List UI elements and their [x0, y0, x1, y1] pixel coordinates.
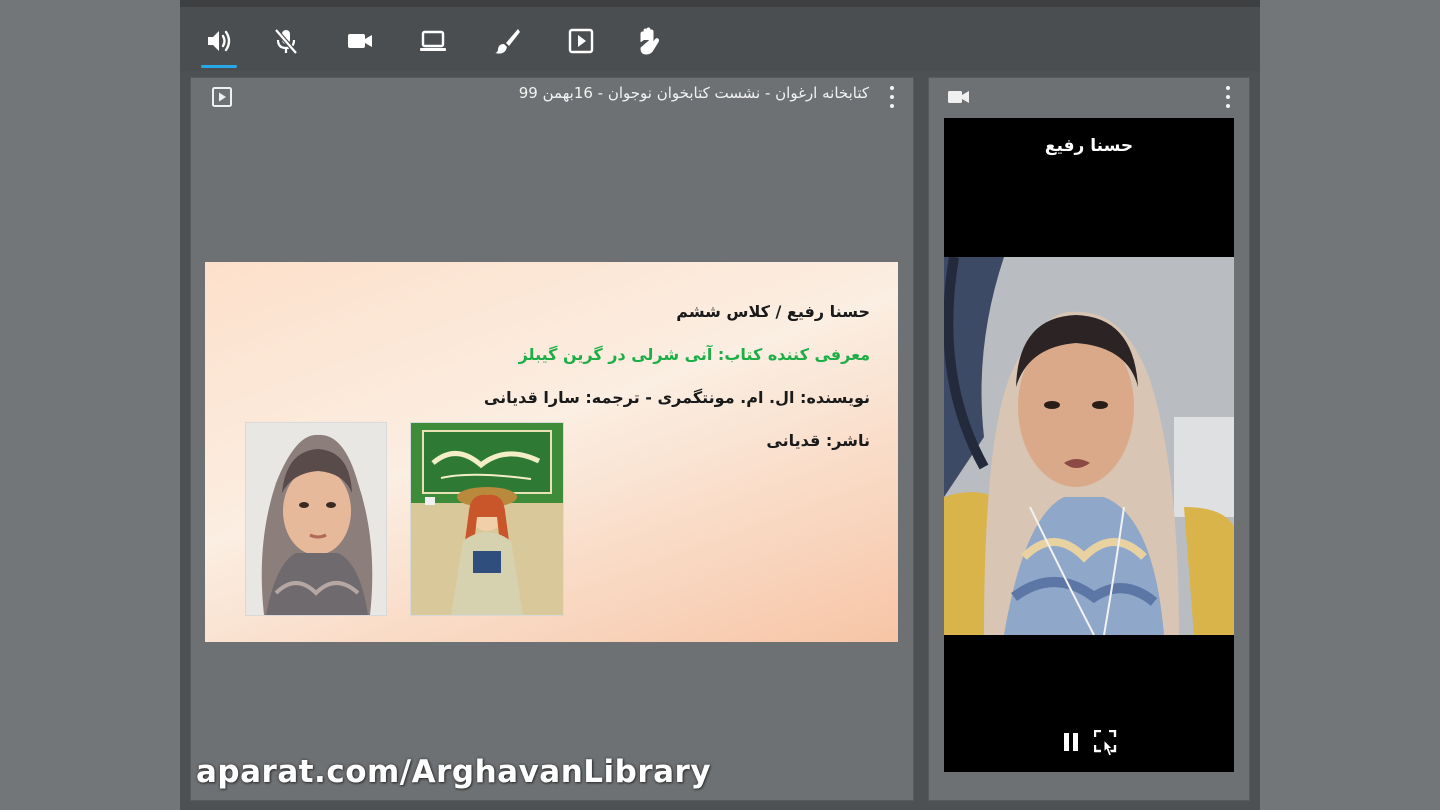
presenter-photo: [245, 422, 387, 616]
pause-button[interactable]: [1062, 732, 1080, 752]
microphone-muted-icon: [274, 28, 298, 55]
conference-app: کتابخانه ارغوان - نشست کتابخوان نوجوان -…: [180, 0, 1260, 810]
menu-dot: [890, 104, 894, 108]
presentation-title: کتابخانه ارغوان - نشست کتابخوان نوجوان -…: [518, 84, 869, 102]
participant-name: حسنا رفیع: [1044, 136, 1134, 156]
speaker-icon: [208, 30, 231, 52]
pause-icon: [1064, 733, 1078, 751]
watermark-text: aparat.com/ArghavanLibrary: [196, 754, 712, 790]
top-strip: [180, 0, 1260, 7]
presentation-panel-header: کتابخانه ارغوان - نشست کتابخوان نوجوان -…: [191, 78, 913, 114]
video-panel-header: [929, 78, 1249, 114]
media-button[interactable]: [561, 21, 601, 61]
presentation-slide: حسنا رفیع / کلاس ششم معرفی کننده کتاب: آ…: [205, 262, 898, 642]
participant-video-panel: حسنا رفیع: [928, 77, 1250, 801]
video-panel-menu-button[interactable]: [1221, 86, 1235, 108]
video-panel-type-indicator: [947, 86, 971, 108]
whiteboard-button[interactable]: [487, 21, 527, 61]
toolbar: [180, 7, 1260, 71]
raise-hand-icon: [640, 27, 659, 55]
microphone-button[interactable]: [266, 21, 306, 61]
participant-video[interactable]: حسنا رفیع: [944, 118, 1234, 772]
slide-publisher-line: ناشر: قدیانی: [766, 431, 870, 450]
slide-presenter-line: حسنا رفیع / کلاس ششم: [676, 302, 870, 321]
screen-share-button[interactable]: [413, 21, 453, 61]
presentation-panel: کتابخانه ارغوان - نشست کتابخوان نوجوان -…: [190, 77, 914, 801]
menu-dot: [1226, 86, 1230, 90]
fullscreen-button[interactable]: [1093, 729, 1120, 760]
fullscreen-icon: [1093, 729, 1117, 757]
slide-book-line: معرفی کننده کتاب: آنی شرلی در گرین گیبلز: [518, 345, 870, 364]
menu-dot: [1226, 95, 1230, 99]
camera-button[interactable]: [340, 21, 380, 61]
raise-hand-button[interactable]: [628, 21, 668, 61]
menu-dot: [890, 95, 894, 99]
menu-dot: [1226, 104, 1230, 108]
video-camera-icon: [348, 34, 372, 48]
participant-video-image: [944, 257, 1234, 635]
play-media-icon: [568, 28, 594, 54]
screen-share-icon: [420, 30, 446, 51]
presentation-type-button[interactable]: [211, 86, 233, 108]
presentation-menu-button[interactable]: [885, 86, 899, 108]
video-camera-icon: [948, 91, 969, 103]
brush-icon: [495, 29, 520, 54]
book-cover-image: [410, 422, 564, 616]
play-media-icon: [212, 87, 232, 107]
menu-dot: [890, 86, 894, 90]
speaker-button[interactable]: [199, 21, 239, 68]
slide-author-line: نویسنده: ال. ام. مونتگمری - ترجمه: سارا …: [483, 388, 870, 407]
